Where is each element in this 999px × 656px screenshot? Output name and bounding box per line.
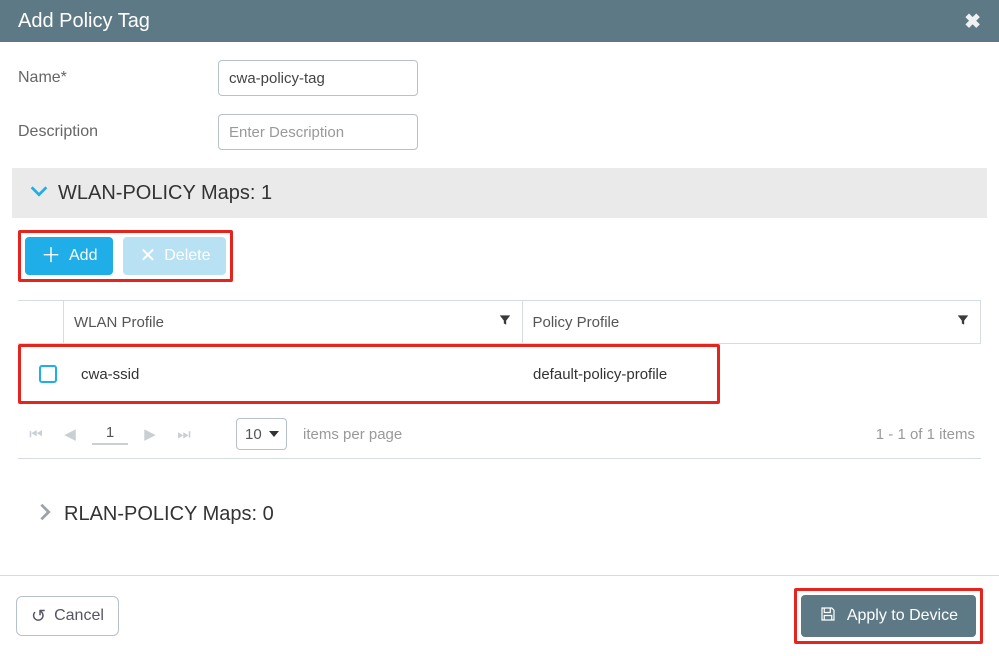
description-row: Description (18, 114, 981, 150)
table-row[interactable]: cwa-ssid default-policy-profile (25, 351, 713, 397)
chevron-right-icon (26, 501, 64, 527)
close-icon[interactable]: ✖ (964, 9, 981, 34)
rlan-section-title: RLAN-POLICY Maps: 0 (64, 503, 274, 526)
apply-button[interactable]: Apply to Device (801, 595, 976, 637)
pager: ⏮ ◀ 1 ▶ ⏭ 10 items per page 1 - 1 of 1 i… (18, 404, 981, 458)
wlan-button-row: ＋ Add ✕ Delete (25, 237, 226, 275)
page-current: 1 (92, 424, 128, 445)
save-icon (819, 605, 837, 628)
description-input[interactable] (218, 114, 418, 150)
page-prev-icon[interactable]: ◀ (58, 422, 82, 446)
apply-label: Apply to Device (847, 607, 958, 625)
dialog-footer: ↺ Cancel Apply to Device (0, 575, 999, 656)
wlan-header-text: WLAN Profile (74, 314, 164, 331)
cancel-label: Cancel (54, 607, 104, 625)
name-input[interactable] (218, 60, 418, 96)
name-row: Name* (18, 60, 981, 96)
add-delete-highlight: ＋ Add ✕ Delete (18, 230, 233, 282)
policy-header-text: Policy Profile (533, 314, 620, 331)
rlan-policy-accordion[interactable]: RLAN-POLICY Maps: 0 (18, 489, 981, 539)
select-all-col (18, 301, 64, 343)
x-icon: ✕ (139, 246, 156, 266)
wlan-section-title: WLAN-POLICY Maps: 1 (58, 182, 272, 205)
add-button[interactable]: ＋ Add (25, 237, 113, 275)
items-per-page-label: items per page (303, 426, 402, 443)
policy-profile-cell: default-policy-profile (523, 356, 713, 393)
checkbox[interactable] (39, 365, 57, 383)
table-header: WLAN Profile Policy Profile (18, 301, 981, 344)
name-label: Name* (18, 69, 218, 87)
apply-highlight: Apply to Device (794, 588, 983, 644)
table-body: cwa-ssid default-policy-profile (18, 344, 981, 404)
delete-button[interactable]: ✕ Delete (123, 237, 226, 275)
page-size-select[interactable]: 10 (236, 418, 287, 450)
chevron-down-icon (20, 180, 58, 206)
page-last-icon[interactable]: ⏭ (172, 422, 196, 446)
policy-profile-header[interactable]: Policy Profile (523, 301, 982, 343)
page-next-icon[interactable]: ▶ (138, 422, 162, 446)
item-count-label: 1 - 1 of 1 items (876, 426, 975, 443)
page-first-icon[interactable]: ⏮ (24, 422, 48, 446)
undo-icon: ↺ (31, 606, 46, 627)
wlan-policy-accordion[interactable]: WLAN-POLICY Maps: 1 (12, 168, 987, 218)
dialog-body: Name* Description WLAN-POLICY Maps: 1 ＋ … (0, 42, 999, 557)
description-label: Description (18, 123, 218, 141)
wlan-profile-header[interactable]: WLAN Profile (64, 301, 523, 343)
page-size-wrap: 10 (236, 418, 287, 450)
wlan-profile-cell: cwa-ssid (71, 356, 523, 393)
wlan-policy-table: WLAN Profile Policy Profile cwa-ssid (18, 300, 981, 459)
filter-icon[interactable] (956, 313, 970, 331)
dialog-header: Add Policy Tag ✖ (0, 0, 999, 42)
add-label: Add (69, 247, 97, 265)
row-select[interactable] (25, 365, 71, 383)
row-highlight: cwa-ssid default-policy-profile (18, 344, 720, 404)
delete-label: Delete (164, 247, 210, 265)
filter-icon[interactable] (498, 313, 512, 331)
dialog-title: Add Policy Tag (18, 10, 150, 33)
cancel-button[interactable]: ↺ Cancel (16, 596, 119, 636)
plus-icon: ＋ (41, 246, 61, 266)
